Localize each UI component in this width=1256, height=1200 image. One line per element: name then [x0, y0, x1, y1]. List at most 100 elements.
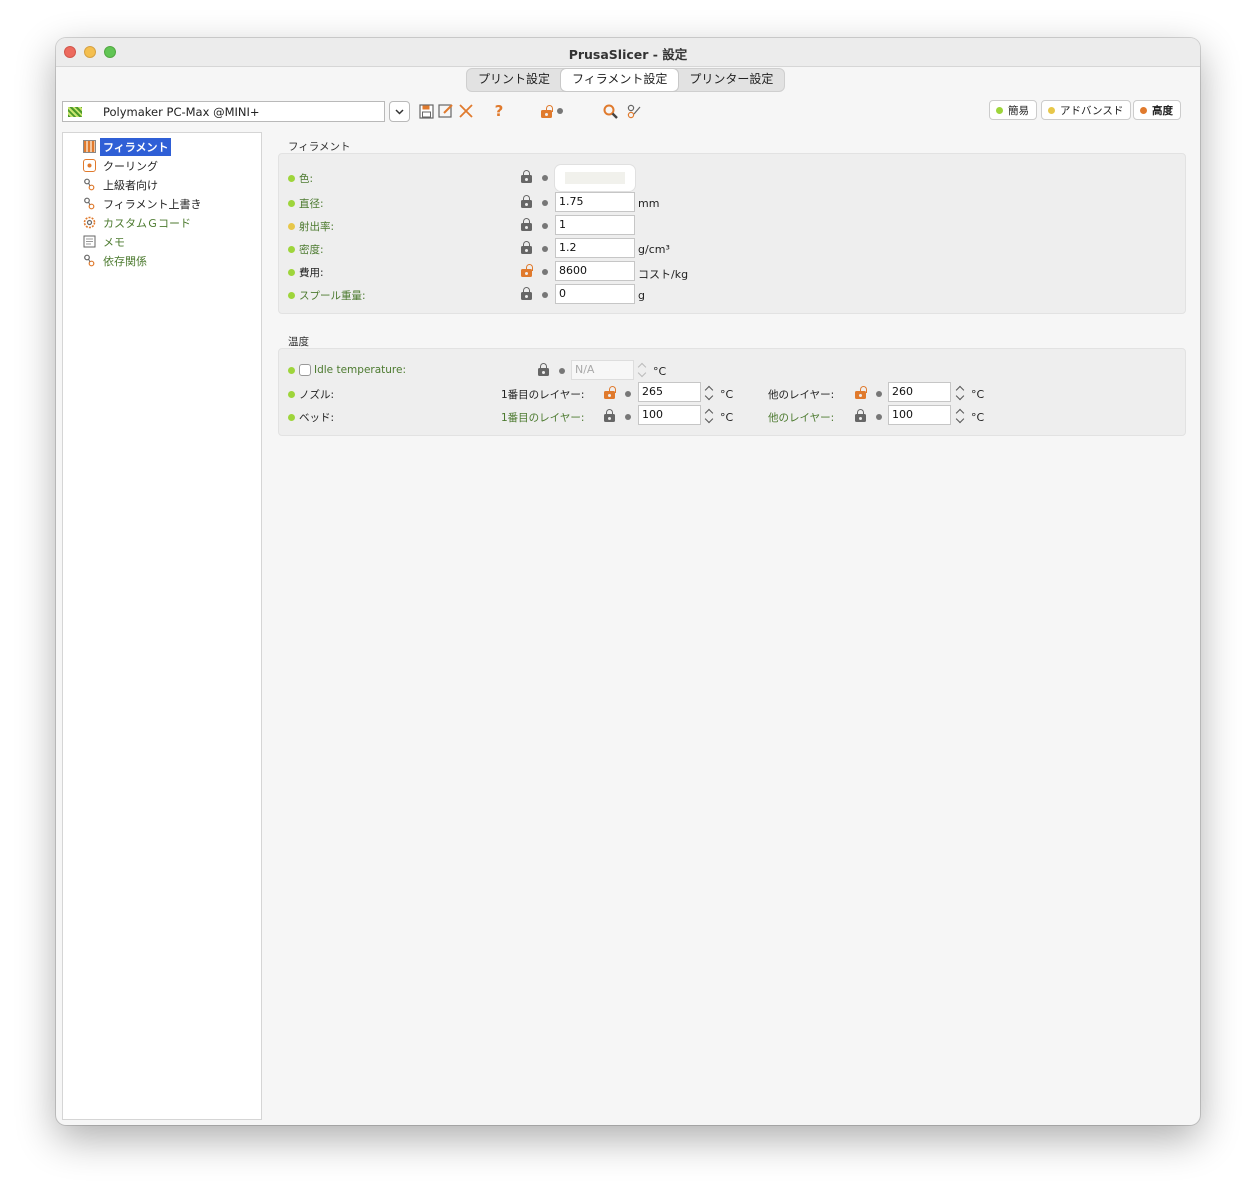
sidebar-item-label: フィラメント [100, 137, 172, 156]
dot-icon [542, 246, 548, 252]
fan-icon [83, 159, 96, 172]
cost-label: 費用: [288, 265, 324, 280]
delete-preset-button[interactable] [458, 102, 474, 120]
diameter-input[interactable]: 1.75 [555, 192, 635, 212]
nozzle-other-layers-label: 他のレイヤー: [768, 389, 835, 401]
idle-temperature-input[interactable]: N/A [571, 360, 634, 380]
search-button[interactable] [601, 102, 619, 120]
save-preset-button[interactable] [418, 102, 434, 120]
lock-icon[interactable] [521, 170, 532, 183]
idle-temperature-checkbox[interactable] [299, 364, 311, 376]
bed-first-layer-input[interactable]: 100 [638, 405, 701, 425]
spool-weight-unit: g [638, 289, 645, 302]
sidebar-item-filament-overrides[interactable]: フィラメント上書き [83, 195, 204, 212]
nozzle-first-layer-unit: °C [720, 388, 734, 401]
mode-dot-icon [288, 223, 295, 230]
settings-sidebar: フィラメント クーリング 上級者向け フィラメント上書き カスタムＧコード メモ… [62, 132, 262, 1120]
cost-unit: コスト/kg [638, 268, 689, 281]
lock-icon[interactable] [521, 241, 532, 254]
sidebar-item-cooling[interactable]: クーリング [83, 157, 161, 174]
diameter-label: 直径: [288, 196, 324, 211]
mode-dot-icon [288, 366, 295, 374]
sidebar-item-notes[interactable]: メモ [83, 233, 128, 250]
lock-legend-button[interactable] [540, 102, 564, 120]
nozzle-first-layer-input[interactable]: 265 [638, 382, 701, 402]
nozzle-other-layers-stepper[interactable] [956, 384, 965, 402]
density-label: 密度: [288, 242, 324, 257]
temperature-section-title: 温度 [288, 336, 309, 348]
nozzle-first-layer-stepper[interactable] [705, 384, 714, 402]
dot-icon [542, 292, 548, 298]
delete-icon [459, 104, 473, 118]
sidebar-item-label: フィラメント上書き [103, 197, 202, 211]
preset-select[interactable]: Polymaker PC-Max @MINI+ [62, 101, 385, 122]
mode-expert-button[interactable]: 高度 [1133, 100, 1181, 120]
mode-simple-dot-icon [996, 106, 1003, 114]
settings-window: PrusaSlicer - 設定 プリント設定 フィラメント設定 プリンター設定… [56, 38, 1200, 1125]
unlocked-lock-icon[interactable] [604, 386, 616, 399]
lock-icon[interactable] [855, 409, 866, 422]
sidebar-item-label: クーリング [103, 159, 158, 173]
lock-icon[interactable] [521, 218, 532, 231]
bed-other-layers-label: 他のレイヤー: [768, 412, 835, 424]
wrench-icon [83, 254, 96, 267]
sidebar-item-label: メモ [103, 235, 125, 249]
compare-presets-button[interactable] [626, 102, 642, 120]
dot-icon [542, 175, 548, 181]
search-icon [603, 104, 618, 119]
spool-icon [83, 140, 96, 153]
dot-icon [557, 108, 563, 114]
unlocked-lock-icon[interactable] [855, 386, 867, 399]
unlocked-lock-icon[interactable] [521, 264, 533, 277]
bed-first-layer-stepper[interactable] [705, 407, 714, 425]
density-input[interactable]: 1.2 [555, 238, 635, 258]
tab-filament-settings[interactable]: フィラメント設定 [561, 69, 679, 91]
extrusion-multiplier-input[interactable]: 1 [555, 215, 635, 235]
idle-temperature-stepper[interactable] [638, 361, 647, 379]
cost-input[interactable]: 8600 [555, 261, 635, 281]
sidebar-item-dependencies[interactable]: 依存関係 [83, 252, 150, 269]
help-button[interactable]: ? [492, 102, 506, 120]
filament-section-title: フィラメント [288, 141, 351, 153]
color-picker[interactable] [555, 165, 635, 191]
bed-other-layers-stepper[interactable] [956, 407, 965, 425]
lock-icon[interactable] [521, 287, 532, 300]
color-label: 色: [288, 171, 313, 186]
bed-first-layer-label: 1番目のレイヤー: [501, 412, 585, 424]
sidebar-item-filament[interactable]: フィラメント [83, 137, 172, 156]
bed-label: ベッド: [288, 410, 334, 425]
tab-printer-settings[interactable]: プリンター設定 [678, 69, 784, 91]
dot-icon [876, 391, 882, 397]
diameter-unit: mm [638, 197, 660, 210]
sidebar-item-advanced[interactable]: 上級者向け [83, 176, 161, 193]
nozzle-other-layers-input[interactable]: 260 [888, 382, 951, 402]
mode-dot-icon [288, 414, 295, 421]
spool-weight-input[interactable]: 0 [555, 284, 635, 304]
lock-icon [541, 104, 553, 118]
tab-print-settings[interactable]: プリント設定 [467, 69, 561, 91]
mode-dot-icon [288, 246, 295, 253]
sidebar-item-label: 依存関係 [103, 254, 147, 268]
wrench-icon [83, 178, 96, 191]
rename-preset-button[interactable] [438, 102, 454, 120]
rename-icon [438, 104, 453, 118]
lock-icon[interactable] [538, 363, 549, 376]
sidebar-item-label: カスタムＧコード [103, 216, 191, 230]
lock-icon[interactable] [521, 195, 532, 208]
mode-expert-label: 高度 [1152, 104, 1173, 117]
save-icon [418, 103, 434, 119]
note-icon [83, 235, 96, 248]
mode-simple-button[interactable]: 簡易 [989, 100, 1037, 120]
mode-advanced-button[interactable]: アドバンスド [1041, 100, 1132, 120]
preset-dropdown-button[interactable] [389, 101, 410, 122]
bed-other-layers-input[interactable]: 100 [888, 405, 951, 425]
sidebar-item-custom-gcode[interactable]: カスタムＧコード [83, 214, 194, 231]
bed-first-layer-unit: °C [720, 411, 734, 424]
mode-dot-icon [288, 200, 295, 207]
nozzle-label: ノズル: [288, 387, 334, 402]
lock-icon[interactable] [604, 409, 615, 422]
dot-icon [542, 200, 548, 206]
dot-icon [559, 368, 565, 374]
mode-dot-icon [288, 391, 295, 398]
dot-icon [542, 223, 548, 229]
